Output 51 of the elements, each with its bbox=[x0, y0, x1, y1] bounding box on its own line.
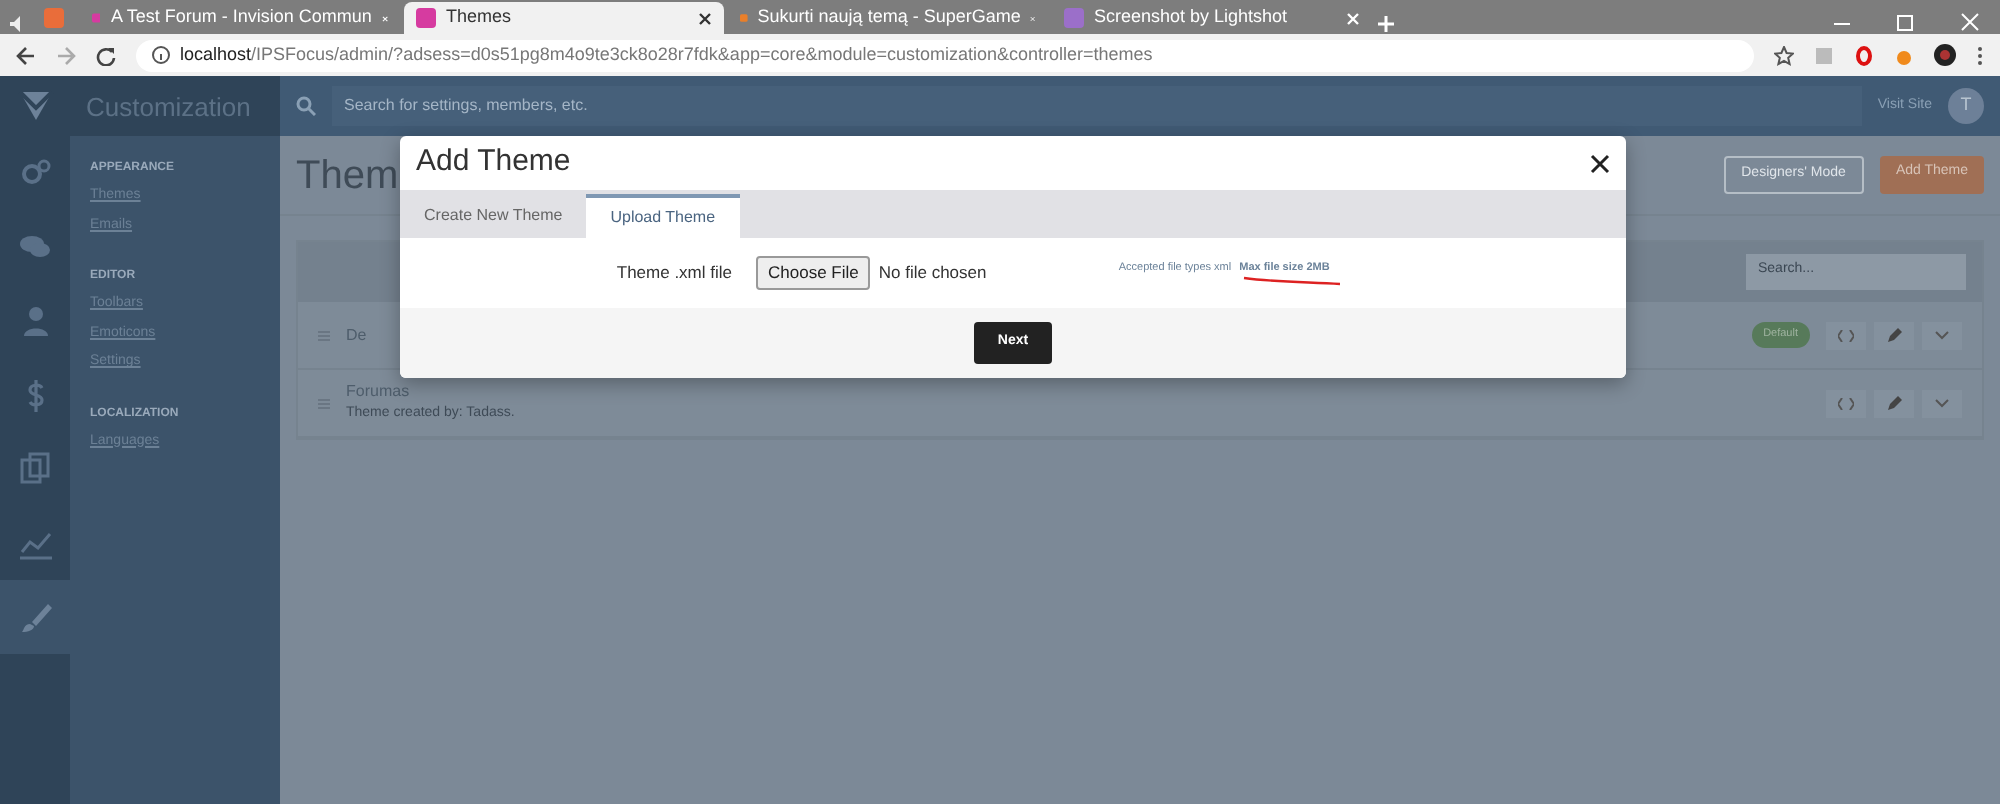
browser-tab[interactable]: Sukurti naują temą - SuperGame bbox=[728, 2, 1048, 34]
file-status: No file chosen bbox=[878, 260, 989, 286]
info-icon bbox=[152, 46, 170, 64]
tab-title: A Test Forum - Invision Commun bbox=[110, 4, 372, 31]
page-title: Them bbox=[296, 151, 399, 201]
user-avatar[interactable]: T bbox=[1948, 88, 1984, 124]
code-icon bbox=[1838, 397, 1854, 409]
modal-tab[interactable]: Upload Theme bbox=[586, 194, 740, 238]
dropdown-button[interactable] bbox=[1922, 321, 1962, 349]
dropdown-button[interactable] bbox=[1922, 389, 1962, 417]
pencil-icon bbox=[1886, 327, 1902, 343]
tab-title: Screenshot by Lightshot bbox=[1094, 4, 1288, 31]
code-icon bbox=[1838, 329, 1854, 341]
search-icon[interactable] bbox=[296, 96, 316, 116]
modal-tab[interactable]: Create New Theme bbox=[400, 194, 587, 238]
field-label: Theme .xml file bbox=[614, 260, 734, 286]
favicon-icon bbox=[92, 8, 101, 28]
annotation-underline bbox=[1242, 276, 1343, 287]
browser-tab[interactable]: Themes bbox=[404, 2, 724, 34]
choose-file-button[interactable]: Choose File bbox=[756, 256, 871, 290]
url-text: localhost/IPSFocus/admin/?adsess=d0s51pg8m4o9te3ck8o28r7fdk&app=core&module=customization&controller=themes bbox=[180, 41, 1153, 68]
forward-icon[interactable] bbox=[56, 45, 76, 65]
caret-icon bbox=[1934, 330, 1950, 340]
back-icon[interactable] bbox=[16, 45, 36, 65]
new-tab-icon[interactable] bbox=[1376, 14, 1396, 34]
logo-icon[interactable] bbox=[17, 88, 53, 124]
address-field[interactable]: localhost/IPSFocus/admin/?adsess=d0s51pg8m4o9te3ck8o28r7fdk&app=core&module=customization&controller=themes bbox=[136, 39, 1754, 71]
code-button[interactable] bbox=[1826, 321, 1866, 349]
favicon-icon bbox=[416, 8, 436, 28]
tab-title: Themes bbox=[446, 4, 512, 31]
favicon-icon bbox=[1064, 8, 1084, 28]
reload-icon[interactable] bbox=[96, 45, 116, 65]
star-icon[interactable] bbox=[1774, 45, 1794, 65]
edit-button[interactable] bbox=[1874, 321, 1914, 349]
menu-icon[interactable] bbox=[1976, 45, 1984, 65]
favicon-icon bbox=[44, 8, 64, 28]
edit-button[interactable] bbox=[1874, 389, 1914, 417]
caret-icon bbox=[1934, 398, 1950, 408]
profile-icon[interactable] bbox=[1934, 44, 1956, 66]
favicon-icon bbox=[740, 8, 748, 28]
close-icon[interactable] bbox=[1590, 153, 1610, 173]
code-button[interactable] bbox=[1826, 389, 1866, 417]
search-field[interactable]: Search for settings, members, etc. bbox=[332, 86, 1862, 126]
tab-title: Sukurti naują temą - SuperGame bbox=[757, 4, 1021, 31]
modal-title: Add Theme bbox=[416, 142, 571, 183]
pages-icon bbox=[17, 451, 53, 487]
browser-tab[interactable]: Screenshot by Lightshot bbox=[1052, 2, 1372, 34]
pencil-icon bbox=[1886, 395, 1902, 411]
browser-tab[interactable]: A Test Forum - Invision Commun bbox=[80, 2, 400, 34]
brush-icon bbox=[17, 599, 53, 635]
close-icon[interactable] bbox=[698, 11, 712, 25]
